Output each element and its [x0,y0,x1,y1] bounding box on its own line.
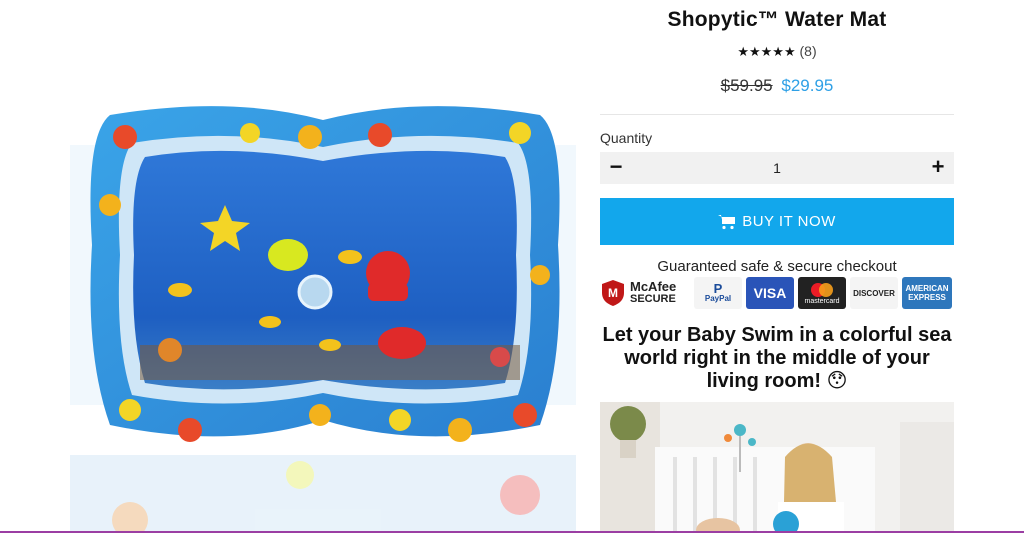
quantity-label: Quantity [600,130,653,146]
amex-badge: AMERICAN EXPRESS [902,277,952,309]
visa-label: VISA [753,285,787,301]
product-image[interactable] [70,95,576,533]
secure-checkout-text: Guaranteed safe & secure checkout [657,258,897,275]
quantity-stepper: − 1 + [600,152,954,184]
lifestyle-photo [600,402,954,533]
mastercard-circles-icon [811,282,833,297]
product-title: Shopytic™ Water Mat [667,8,887,31]
mastercard-label: mastercard [804,297,840,305]
mastercard-badge: mastercard [798,277,846,309]
amex-line2: EXPRESS [908,293,946,302]
mcafee-line1: McAfee [630,279,677,294]
paypal-badge: P PayPal [694,277,742,309]
quantity-input[interactable]: 1 [640,160,914,176]
review-count[interactable]: (8) [800,43,817,59]
product-headline: Let your Baby Swim in a colorful sea wor… [602,324,952,392]
svg-text:M: M [608,286,618,300]
product-rating[interactable]: ★★★★★ (8) [600,43,954,60]
decrease-quantity-button[interactable]: − [600,152,632,184]
discover-badge: DISCOVER [850,277,898,309]
paypal-label: PayPal [704,294,732,303]
buy-it-now-label: BUY IT NOW [742,213,836,230]
paypal-p-icon: P [713,281,723,296]
buy-it-now-button[interactable]: BUY IT NOW [600,198,954,245]
amex-line1: AMERICAN [905,284,949,293]
increase-quantity-button[interactable]: + [922,152,954,184]
baby-mother-photo-illustration [600,402,954,533]
sale-price: $29.95 [781,76,834,95]
discover-label: DISCOVER [853,288,895,298]
mcafee-secure-badge: M McAfee SECURE [600,277,690,309]
payment-badges: M McAfee SECURE P PayPal VISA mastercard… [600,277,954,311]
water-mat-illustration [70,106,576,533]
cart-icon [718,214,736,229]
compare-at-price: $59.95 [720,76,773,95]
mcafee-shield-icon: M [602,280,624,306]
visa-badge: VISA [746,277,794,309]
price-block: $59.95 $29.95 [600,76,954,96]
rating-stars-icon: ★★★★★ [737,44,796,59]
divider [600,114,954,115]
mcafee-line2: SECURE [630,293,676,305]
